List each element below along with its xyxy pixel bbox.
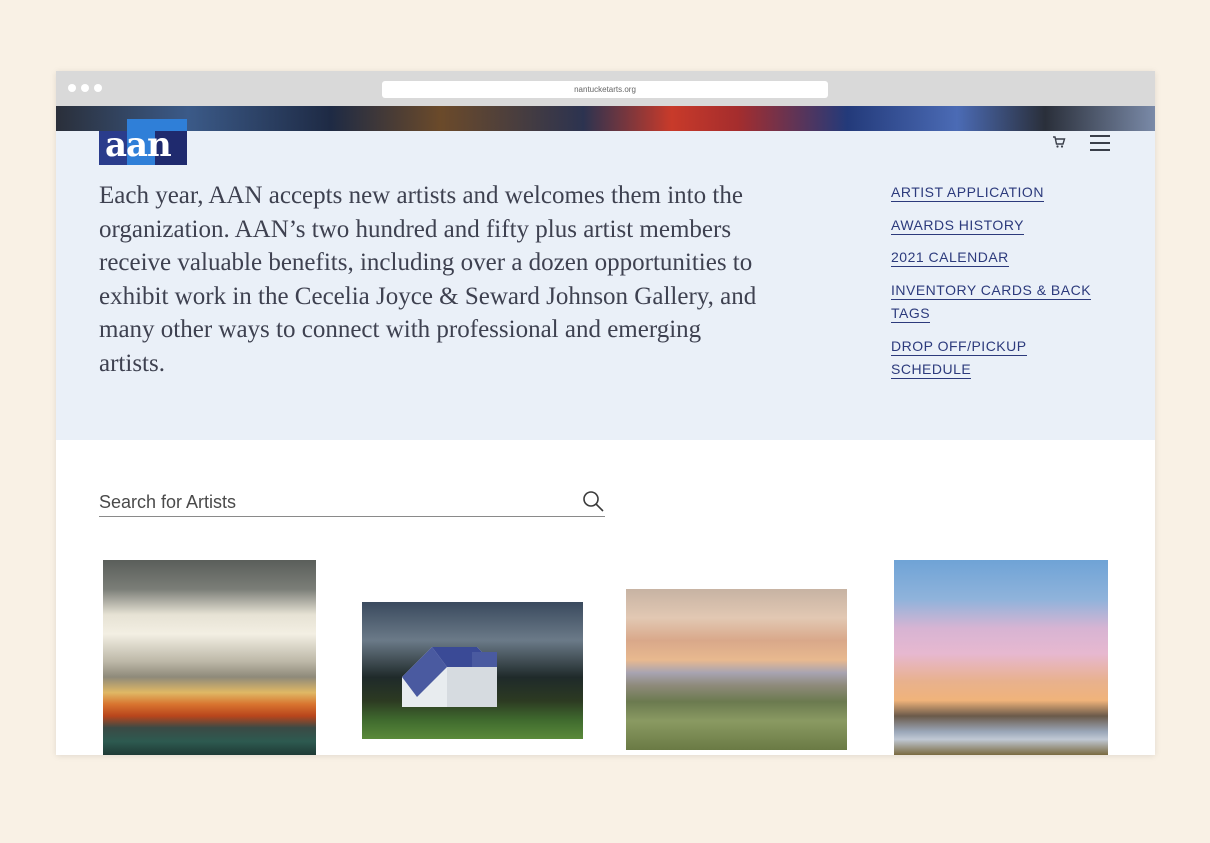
link-item: ARTIST APPLICATION [891,181,1101,205]
banner-image [56,106,1155,131]
artist-search [99,489,605,517]
artwork-1[interactable] [103,560,316,755]
link-item: INVENTORY CARDS & BACK TAGS [891,279,1101,326]
intro-paragraph: Each year, AAN accepts new artists and w… [99,182,757,377]
browser-window: nantucketarts.org aan Each year, AAN acc… [56,71,1155,755]
sidebar-links: ARTIST APPLICATION AWARDS HISTORY 2021 C… [891,181,1101,391]
aan-logo[interactable]: aan [99,119,187,167]
link-item: AWARDS HISTORY [891,214,1101,238]
artwork-2[interactable] [362,602,583,739]
address-bar[interactable]: nantucketarts.org [382,81,828,98]
window-dot[interactable] [68,84,76,92]
window-dot[interactable] [81,84,89,92]
artist-application-link[interactable]: ARTIST APPLICATION [891,184,1044,202]
window-dot[interactable] [94,84,102,92]
hamburger-menu-icon[interactable] [1090,135,1110,151]
inventory-cards-link[interactable]: INVENTORY CARDS & BACK TAGS [891,281,1092,323]
logo-text: aan [105,125,172,165]
search-input[interactable] [99,489,569,515]
hero-section: aan Each year, AAN accepts new artists a… [56,119,1155,440]
house-shape [402,647,497,707]
calendar-link[interactable]: 2021 CALENDAR [891,249,1009,267]
search-icon[interactable] [581,489,605,513]
link-item: DROP OFF/PICKUP SCHEDULE [891,335,1101,382]
artwork-3[interactable] [626,589,847,750]
link-item: 2021 CALENDAR [891,246,1101,270]
awards-history-link[interactable]: AWARDS HISTORY [891,216,1025,235]
browser-chrome: nantucketarts.org [56,71,1155,106]
cart-icon[interactable] [1052,135,1066,149]
artwork-4[interactable] [894,560,1108,755]
window-controls [68,84,102,92]
drop-off-pickup-link[interactable]: DROP OFF/PICKUP SCHEDULE [891,337,1027,379]
